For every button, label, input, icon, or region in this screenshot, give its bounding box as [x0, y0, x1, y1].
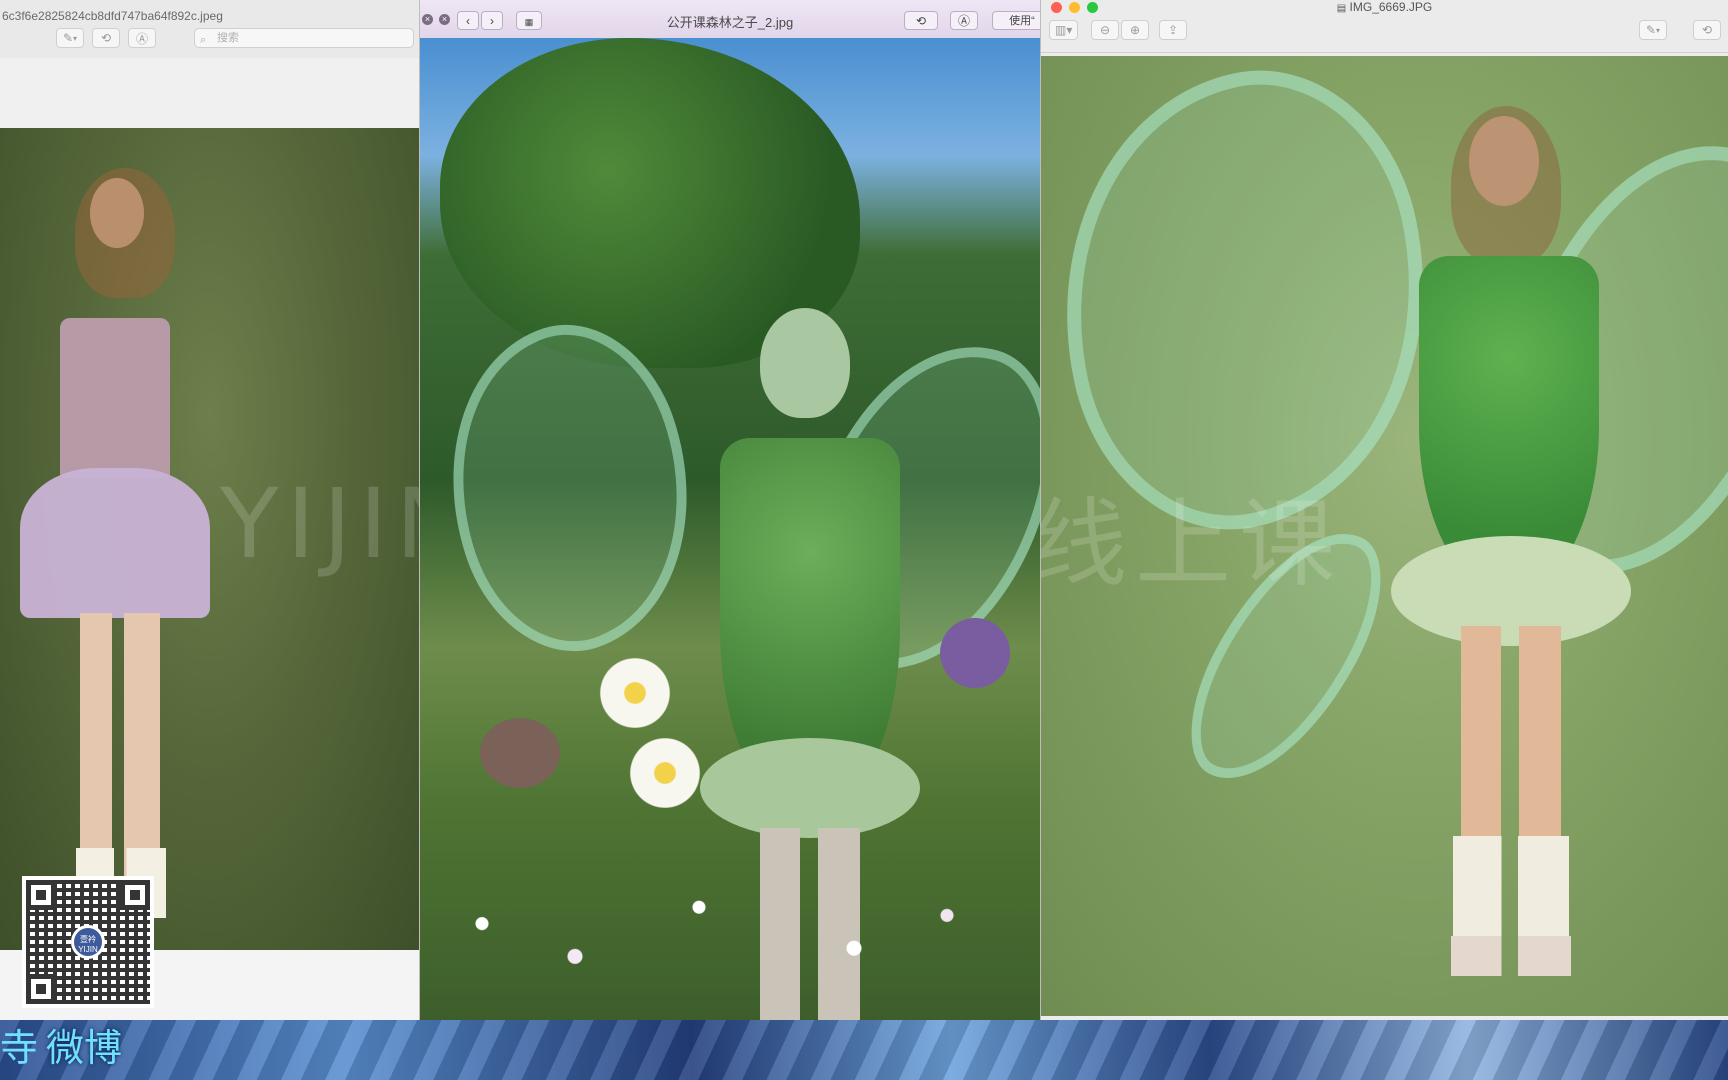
preview-window-left: 6c3f6e2825824cb8dfd747ba64f892c.jpeg ✎ ▾… — [0, 0, 420, 1022]
open-with-button[interactable]: 使用“ — [992, 11, 1040, 30]
qr-modules: 壹衿 YIJIN — [26, 880, 150, 1004]
rotate-button[interactable]: ⟲ — [92, 28, 120, 48]
weibo-label: 微博 — [46, 1026, 123, 1070]
overlay-prefix-text: 寺 — [0, 1026, 39, 1070]
purple-flower — [940, 618, 1010, 688]
watermark-text: 线上课 — [1040, 488, 1343, 600]
dress-bodice — [60, 318, 170, 478]
zoom-out-button[interactable]: ⊖ — [1091, 20, 1119, 40]
zoom-out-icon: ⊖ — [1099, 23, 1111, 37]
chevron-down-icon: ▾ — [73, 33, 78, 43]
dress-fur-hem — [700, 738, 920, 838]
search-icon: ⌕ — [200, 34, 207, 46]
open-with-label: 使用“ — [1009, 15, 1035, 27]
file-icon: ▤ — [1336, 3, 1347, 14]
share-button[interactable]: ⇪ — [1159, 20, 1187, 40]
search-placeholder: 搜索 — [217, 32, 239, 44]
markup-button[interactable]: Ⓐ — [950, 11, 978, 30]
window-titlebar[interactable]: ▤ IMG_6669.JPG ▥▾ ⊖ ⊕ ⇪ ✎ ▾ ⟲ — [1041, 0, 1728, 53]
markup-button[interactable]: ✎ ▾ — [1639, 20, 1667, 40]
pen-icon: ✎ — [62, 31, 74, 45]
model-hair — [75, 168, 175, 298]
watermark-text: YIJIN — [220, 468, 419, 580]
rotate-icon: ⟲ — [100, 31, 112, 45]
qr-logo: 壹衿 YIJIN — [71, 925, 105, 959]
shoes — [1451, 936, 1571, 976]
daisy-flower — [620, 738, 710, 808]
window-title-text: IMG_6669.JPG — [1349, 0, 1433, 14]
toolbar: ✎ ▾ ⟲ Ⓐ — [56, 28, 156, 48]
model-legs — [1461, 626, 1561, 866]
fashion-photo-pink-dress: YIJIN — [0, 128, 419, 950]
window-title: ▤ IMG_6669.JPG — [1041, 0, 1728, 14]
rotate-icon: ⟲ — [915, 14, 927, 28]
rotate-icon: ⟲ — [1701, 23, 1713, 37]
zoom-in-button[interactable]: ⊕ — [1121, 20, 1149, 40]
blank-area — [0, 58, 419, 128]
dress-skirt — [20, 468, 210, 618]
white-flowers — [420, 858, 1040, 1022]
rotate-button[interactable]: ⟲ — [904, 11, 938, 30]
fashion-photo-butterfly-dress: 线上课 — [1040, 42, 1728, 1016]
qr-finder-top-right — [120, 880, 150, 910]
annotate-icon: Ⓐ — [135, 31, 148, 46]
window-title: 公开课森林之子_2.jpg — [666, 15, 794, 30]
zoom-in-icon: ⊕ — [1129, 23, 1141, 37]
daisy-flower — [590, 658, 680, 728]
leg-warmers — [1453, 836, 1569, 946]
brown-flower — [480, 718, 560, 788]
sidebar-icon: ▥▾ — [1055, 23, 1073, 37]
fashion-photo-forest-fairy — [420, 38, 1040, 1022]
window-titlebar[interactable]: 6c3f6e2825824cb8dfd747ba64f892c.jpeg ✎ ▾… — [0, 0, 419, 59]
search-input[interactable]: ⌕ 搜索 — [194, 28, 414, 48]
qr-finder-top-left — [26, 880, 56, 910]
window-titlebar[interactable]: × × ‹ › ▦ 公开课森林之子_2.jpg ⟲ Ⓐ 使用“ — [420, 0, 1040, 39]
markup-button[interactable]: ✎ ▾ — [56, 28, 84, 48]
chevron-down-icon: ▾ — [1656, 25, 1661, 35]
preview-window-middle: × × ‹ › ▦ 公开课森林之子_2.jpg ⟲ Ⓐ 使用“ — [420, 0, 1040, 1022]
sidebar-button[interactable]: ▥▾ — [1049, 20, 1079, 40]
pen-icon: ✎ — [1645, 23, 1657, 37]
qr-code: 壹衿 YIJIN — [22, 876, 154, 1008]
share-icon: ⇪ — [1167, 23, 1179, 37]
window-title: 6c3f6e2825824cb8dfd747ba64f892c.jpeg — [2, 9, 223, 23]
model-head — [760, 308, 850, 418]
desktop-wallpaper — [0, 1020, 1728, 1080]
model-figure — [20, 168, 220, 928]
annotate-icon: Ⓐ — [957, 14, 970, 28]
annotate-button[interactable]: Ⓐ — [128, 28, 156, 48]
rotate-button[interactable]: ⟲ — [1693, 20, 1721, 40]
model-hair — [1451, 106, 1561, 266]
preview-window-right: ▤ IMG_6669.JPG ▥▾ ⊖ ⊕ ⇪ ✎ ▾ ⟲ 线上课 — [1040, 0, 1728, 1026]
qr-finder-bottom-left — [26, 974, 56, 1004]
